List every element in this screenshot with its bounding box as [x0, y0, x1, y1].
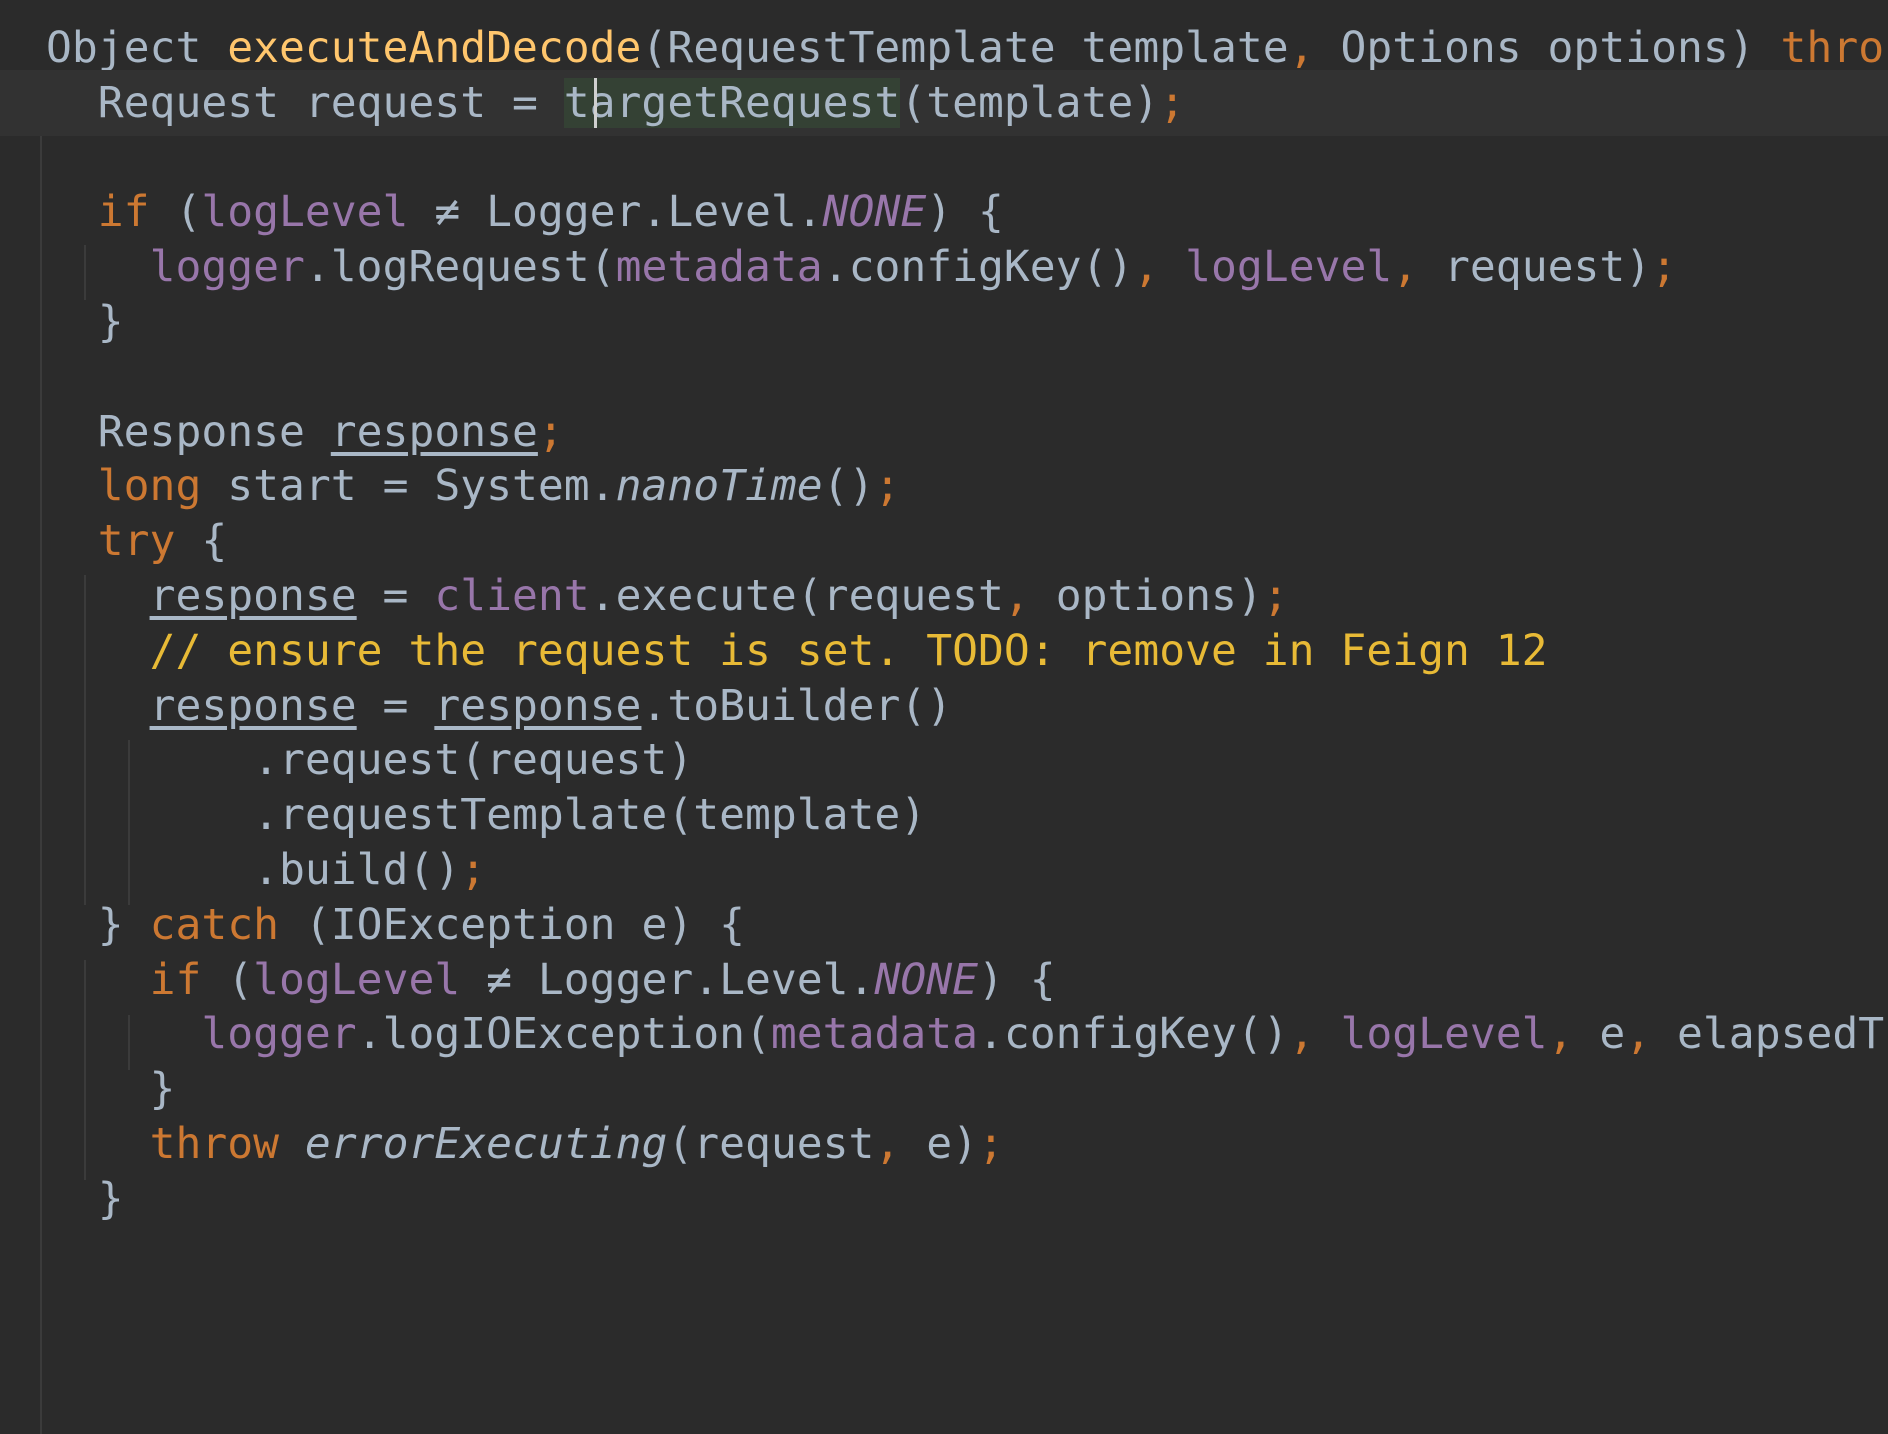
code-token: ) {	[926, 187, 1004, 238]
code-token: ;	[1159, 77, 1186, 128]
code-token: Options options)	[1340, 23, 1781, 73]
code-token: ≠ Logger.Level.	[408, 187, 823, 238]
code-token: ,	[1547, 1009, 1600, 1060]
code-token: .request(request)	[46, 735, 694, 786]
code-token: response	[149, 680, 357, 731]
code-token: thro	[1780, 23, 1885, 73]
code-token: Response	[46, 406, 331, 457]
code-token: ,	[874, 1119, 927, 1169]
code-token: ;	[537, 406, 564, 457]
code-token: catch	[149, 899, 305, 950]
code-token: (	[175, 187, 202, 238]
code-token: .logIOException(	[356, 1009, 771, 1060]
code-token: (request	[667, 1119, 875, 1169]
code-token: targetRequest	[563, 77, 901, 128]
code-token: logLevel	[253, 954, 461, 1005]
code-token: try	[97, 516, 202, 567]
code-token: options)	[1055, 571, 1263, 621]
code-token: response	[149, 571, 357, 621]
code-token: ,	[1288, 1009, 1341, 1060]
code-token: e	[1599, 1009, 1626, 1060]
code-token: ≠ Logger.Level.	[460, 954, 875, 1005]
code-token: }	[46, 899, 150, 950]
code-token: }	[46, 297, 124, 347]
code-token: Request request =	[46, 77, 564, 128]
code-token: logLevel	[1185, 242, 1393, 293]
code-token: (RequestTemplate template	[641, 23, 1289, 73]
code-token: ,	[1288, 23, 1341, 73]
code-token: request)	[1444, 242, 1652, 293]
code-token: start = System.	[227, 461, 616, 512]
code-token: Object	[46, 23, 228, 73]
code-token: logger	[201, 1009, 357, 1060]
code-token: ;	[1651, 242, 1678, 293]
code-token: ;	[1262, 571, 1289, 621]
code-token: metadata	[770, 1009, 979, 1060]
code-token: nanoTime	[615, 461, 823, 512]
code-token: errorExecuting	[304, 1119, 668, 1169]
code-token: if	[97, 187, 176, 238]
code-token: e)	[926, 1119, 979, 1169]
code-token: {	[201, 516, 228, 567]
code-token: .configKey()	[978, 1009, 1289, 1060]
text-cursor	[594, 77, 598, 128]
code-token: executeAndDecode	[227, 23, 642, 73]
code-token: NONE	[822, 187, 927, 238]
code-token: ,	[1003, 571, 1056, 621]
code-token: =	[356, 680, 435, 731]
code-token: elapsedT	[1677, 1009, 1885, 1060]
code-token: NONE	[874, 954, 979, 1005]
code-token: .execute(request	[589, 571, 1004, 621]
code-token: response	[330, 406, 538, 457]
code-token: ;	[874, 461, 901, 512]
code-token: .requestTemplate(template)	[46, 790, 927, 841]
code-token: (	[227, 954, 254, 1005]
code-token: logger	[149, 242, 305, 293]
code-token: logLevel	[201, 187, 409, 238]
code-token: ) {	[978, 954, 1056, 1005]
code-token: .toBuilder()	[641, 680, 953, 731]
code-token: if	[149, 954, 228, 1005]
code-token: // ensure the request is set. TODO: remo…	[149, 625, 1548, 676]
code-token: ;	[460, 845, 487, 895]
code-token: client	[434, 571, 590, 621]
code-token: metadata	[615, 242, 823, 293]
code-token: throw	[149, 1119, 305, 1169]
code-line[interactable]: }	[0, 1166, 1888, 1232]
code-token: .logRequest(	[304, 242, 616, 293]
code-token: ;	[978, 1119, 1004, 1169]
code-token: .configKey()	[822, 242, 1134, 293]
code-token: ,	[1625, 1009, 1678, 1060]
code-token: long	[97, 461, 228, 512]
code-token: (IOException e) {	[304, 899, 746, 950]
code-token: logLevel	[1340, 1009, 1548, 1060]
code-token: =	[356, 571, 435, 621]
code-token: .build()	[46, 845, 461, 895]
code-token: ()	[822, 461, 875, 512]
code-token: ,	[1133, 242, 1186, 293]
code-token: }	[46, 1173, 124, 1224]
code-token: (template)	[900, 77, 1160, 128]
code-token: }	[46, 1064, 176, 1115]
code-editor[interactable]: Object executeAndDecode(RequestTemplate …	[0, 0, 1888, 1434]
code-token: response	[434, 680, 642, 731]
code-token: ,	[1392, 242, 1445, 293]
